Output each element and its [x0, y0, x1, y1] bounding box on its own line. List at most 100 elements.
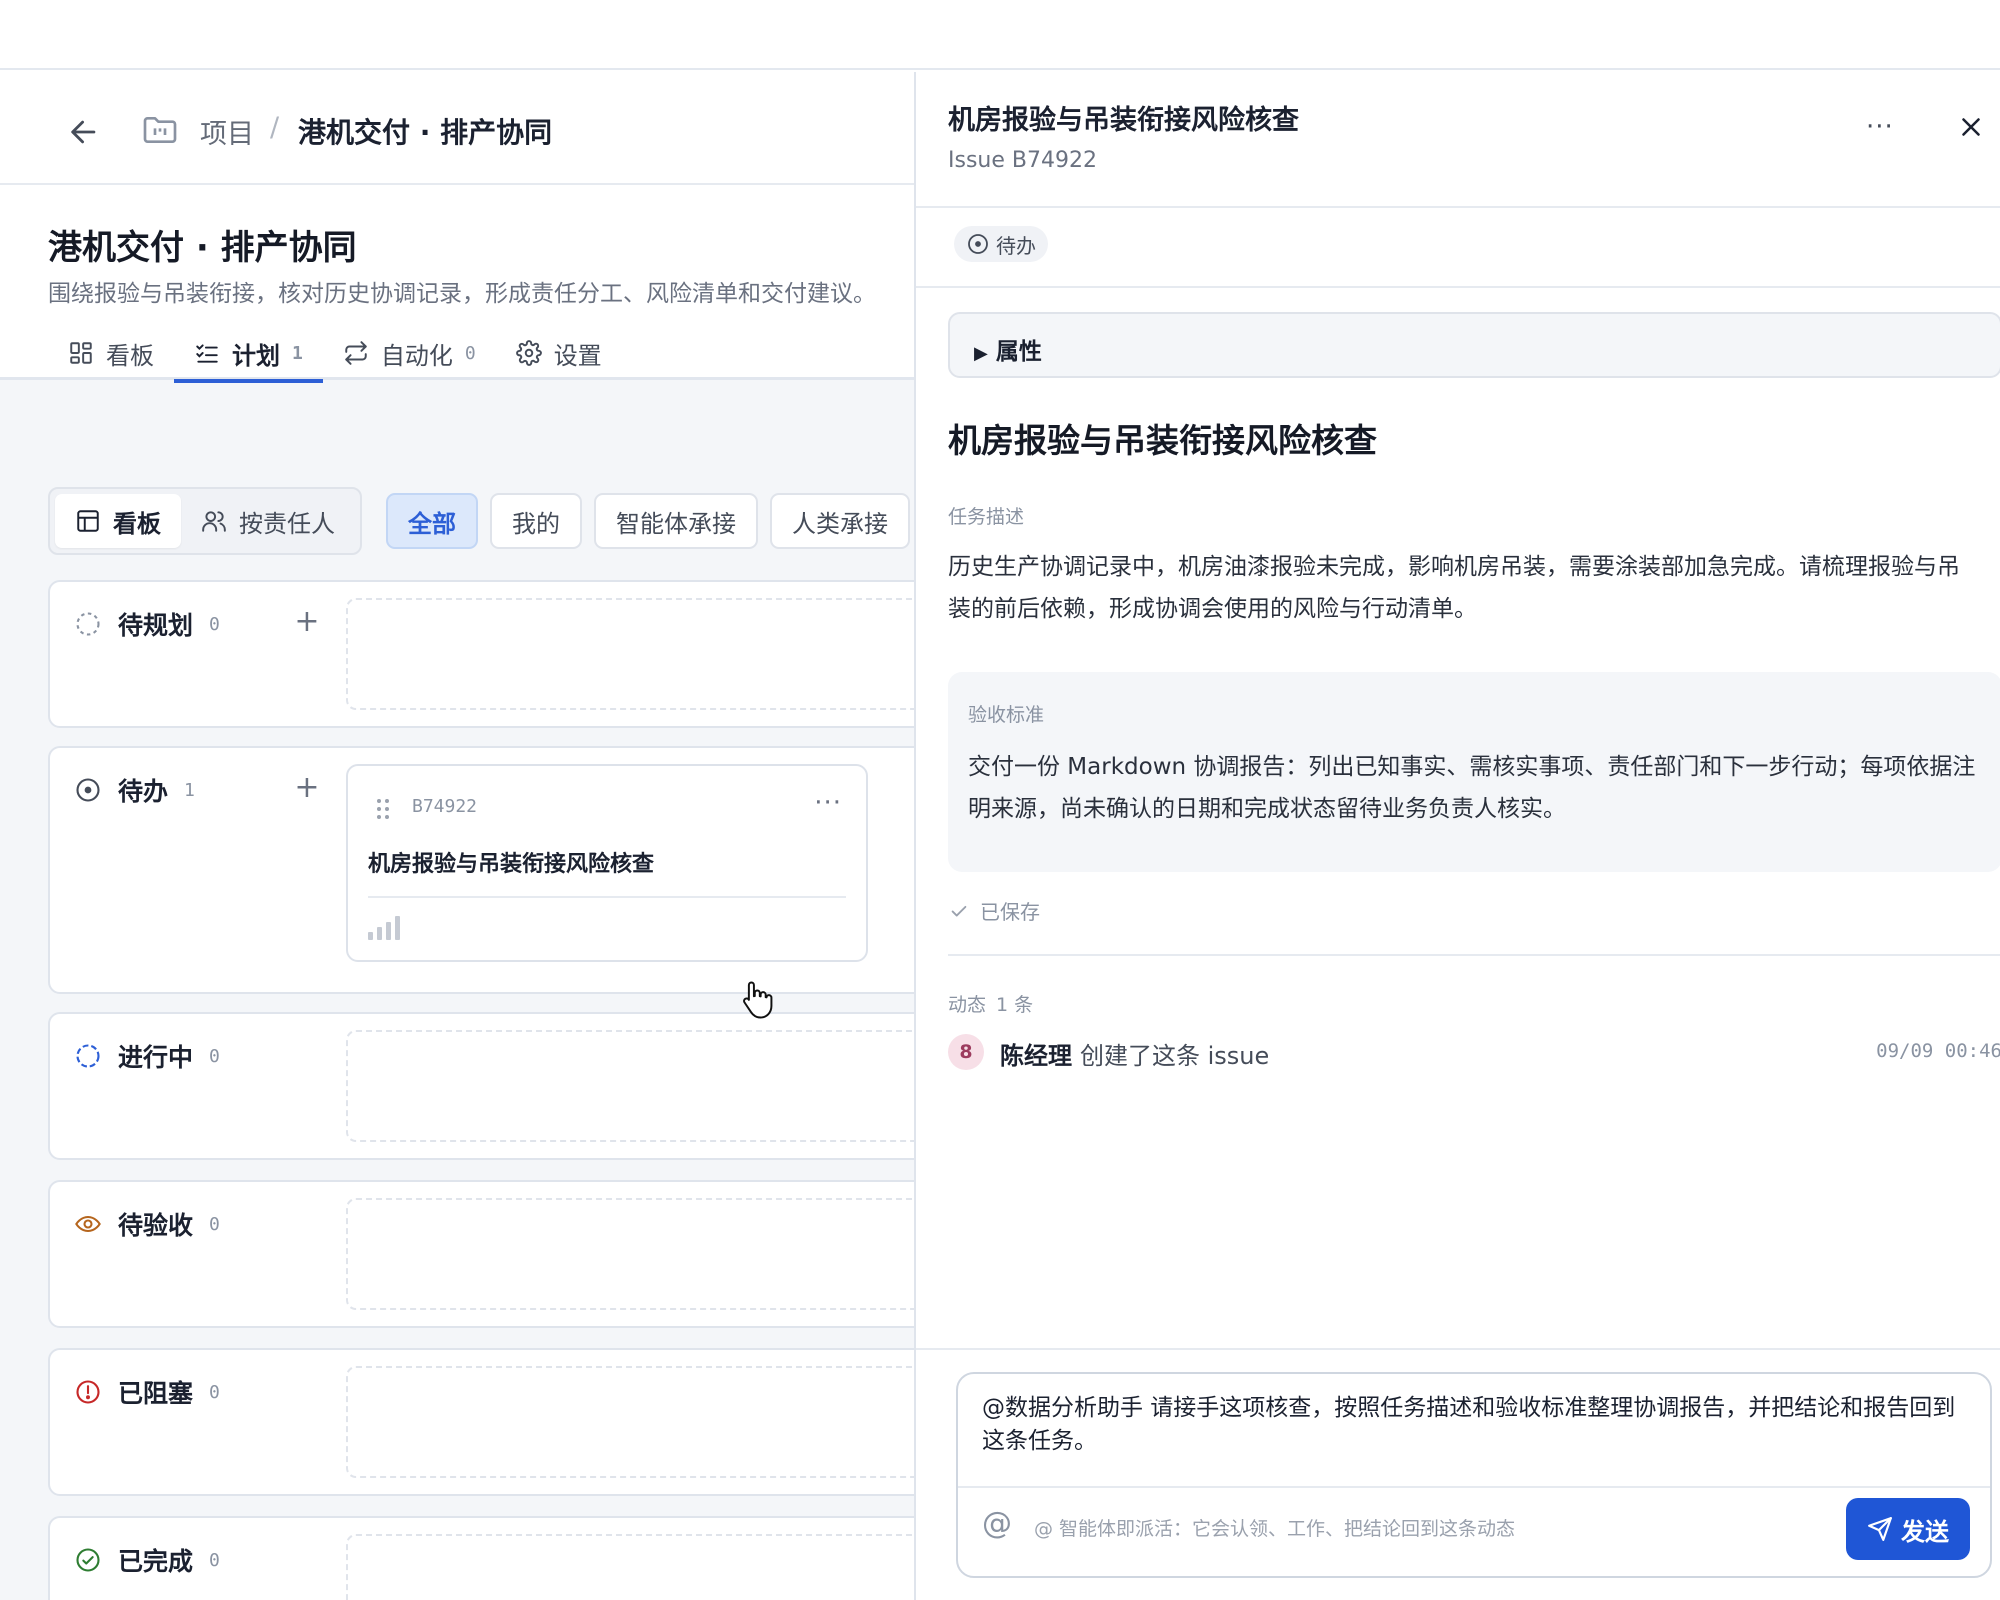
repeat-icon [345, 341, 367, 365]
tab-plan-label: 计划 [232, 341, 280, 370]
filter-agent-chip[interactable]: 智能体承接 [594, 493, 758, 549]
tab-automation[interactable]: 自动化 0 [323, 326, 496, 380]
status-group-header: 已阻塞 0 [74, 1374, 220, 1410]
alert-icon [76, 1380, 100, 1404]
empty-drop-zone [346, 1366, 914, 1478]
add-issue-button[interactable]: + [292, 607, 322, 638]
in-progress-icon [76, 1044, 100, 1068]
view-toolbar: 看板 按责任人 全部 我的 智能体承接 人类承接 [48, 487, 910, 555]
app-topbar [0, 0, 2000, 70]
activity-timestamp: 09/09 00:46 [1876, 1040, 2000, 1062]
comment-composer-zone: @数据分析助手 请接手这项核查，按照任务描述和验收标准整理协调报告，并把结论和报… [916, 1348, 2000, 1600]
tab-settings-label: 设置 [553, 341, 602, 370]
empty-drop-zone [346, 1534, 914, 1600]
people-icon [202, 511, 226, 532]
tab-automation-count: 0 [464, 342, 476, 364]
activity-header: 动态 1 条 [948, 990, 1033, 1017]
activity-text: 创建了这条 issue [1080, 1042, 1270, 1070]
activity-item: 8 陈经理 创建了这条 issue 09/09 00:46 [948, 1032, 2000, 1072]
project-header: 项目 / 港机交付 · 排产协同 港机交付 · 排产协同 围绕报验与吊装衔接，核… [0, 72, 914, 383]
status-badge-label: 待办 [996, 233, 1036, 258]
todo-circle-icon [968, 234, 988, 254]
issue-card[interactable]: B74922 ··· 机房报验与吊装衔接风险核查 [346, 764, 868, 962]
eye-icon [75, 1215, 101, 1233]
view-by-assignee-button[interactable]: 按责任人 [181, 494, 355, 548]
project-pane: 项目 / 港机交付 · 排产协同 港机交付 · 排产协同 围绕报验与吊装衔接，核… [0, 72, 914, 1600]
status-group-count: 0 [209, 613, 220, 635]
breadcrumb: 项目 / 港机交付 · 排产协同 [0, 72, 914, 185]
status-group-label: 已完成 [118, 1547, 194, 1576]
board-icon [70, 342, 92, 364]
status-group-done: 已完成 0 [48, 1516, 914, 1600]
page-title: 港机交付 · 排产协同 [48, 228, 357, 268]
breadcrumb-separator: / [270, 112, 280, 143]
breadcrumb-projects-link[interactable]: 项目 [200, 112, 254, 151]
filter-human-chip[interactable]: 人类承接 [770, 493, 910, 549]
mention-icon[interactable]: @ [982, 1506, 1012, 1541]
description-label: 任务描述 [948, 506, 1025, 528]
issue-card-title: 机房报验与吊装衔接风险核查 [368, 852, 655, 877]
composer-divider [958, 1486, 1990, 1488]
status-group-label: 进行中 [118, 1043, 194, 1072]
comment-input[interactable]: @数据分析助手 请接手这项核查，按照任务描述和验收标准整理协调报告，并把结论和报… [982, 1392, 1972, 1458]
acceptance-label: 验收标准 [968, 704, 1045, 726]
issue-card-id: B74922 [412, 796, 478, 817]
empty-drop-zone [346, 598, 914, 710]
back-button[interactable] [64, 112, 104, 152]
status-group-todo: 待办 1 + B74922 ··· 机房报验与吊装衔接风险核查 [48, 746, 914, 994]
save-status: 已保存 [948, 896, 1040, 925]
tab-board-label: 看板 [106, 341, 154, 370]
activity-actor[interactable]: 陈经理 [1000, 1036, 1072, 1071]
check-circle-icon [76, 1548, 100, 1572]
properties-label: ▶ 属性 [974, 332, 1042, 366]
filter-mine-chip[interactable]: 我的 [490, 493, 582, 549]
layout-icon [77, 510, 99, 532]
tab-board[interactable]: 看板 [48, 326, 174, 380]
empty-drop-zone [346, 1198, 914, 1310]
check-icon [951, 905, 967, 916]
view-board-button[interactable]: 看板 [55, 494, 181, 548]
comment-composer: @数据分析助手 请接手这项核查，按照任务描述和验收标准整理协调报告，并把结论和报… [956, 1372, 1992, 1578]
view-by-assignee-label: 按责任人 [239, 509, 335, 538]
folder-icon [143, 117, 177, 143]
close-icon[interactable] [1956, 112, 1986, 142]
tab-automation-label: 自动化 [380, 341, 453, 370]
add-issue-button[interactable]: + [292, 773, 322, 804]
acceptance-text[interactable]: 交付一份 Markdown 协调报告：列出已知事实、需核实事项、责任部门和下一步… [968, 746, 1988, 830]
dashed-circle-icon [76, 612, 100, 636]
filter-all-chip[interactable]: 全部 [386, 493, 478, 549]
hand-cursor-icon [743, 981, 773, 1019]
status-row: 待办 [916, 210, 2000, 288]
status-group-count: 0 [209, 1213, 220, 1235]
description-text[interactable]: 历史生产协调记录中，机房油漆报验未完成，影响机房吊装，需要涂装部加急完成。请梳理… [948, 546, 1978, 630]
properties-label-text: 属性 [995, 339, 1042, 365]
view-switch: 看板 按责任人 [48, 487, 362, 555]
acceptance-criteria-box: 验收标准 交付一份 Markdown 协调报告：列出已知事实、需核实事项、责任部… [948, 672, 2000, 872]
activity-label: 动态 [948, 994, 987, 1016]
properties-toggle[interactable]: ▶ 属性 [948, 312, 2000, 378]
status-group-count: 0 [209, 1381, 220, 1403]
status-group-label: 待验收 [118, 1211, 194, 1240]
detail-header: 机房报验与吊装衔接风险核查 Issue B74922 ··· [916, 72, 2000, 208]
priority-bars-icon [368, 916, 400, 940]
tab-plan[interactable]: 计划 1 [174, 326, 323, 383]
detail-more-button[interactable]: ··· [1866, 112, 1894, 142]
view-board-label: 看板 [113, 509, 161, 538]
card-divider [368, 896, 846, 898]
send-icon [1868, 1517, 1892, 1541]
breadcrumb-current: 港机交付 · 排产协同 [298, 116, 553, 149]
tab-settings[interactable]: 设置 [496, 326, 622, 380]
project-description: 围绕报验与吊装衔接，核对历史协调记录，形成责任分工、风险清单和交付建议。 [48, 281, 876, 307]
status-group-label: 待规划 [118, 611, 194, 640]
send-button[interactable]: 发送 [1846, 1498, 1970, 1560]
status-group-count: 1 [184, 779, 195, 801]
caret-right-icon: ▶ [974, 343, 988, 364]
status-group-header: 待办 1 [74, 772, 195, 808]
card-more-button[interactable]: ··· [814, 788, 842, 818]
status-group-header: 进行中 0 [74, 1038, 220, 1074]
status-badge[interactable]: 待办 [954, 226, 1048, 262]
status-group-blocked: 已阻塞 0 [48, 1348, 914, 1496]
drag-handle-icon[interactable] [376, 798, 390, 820]
status-group-backlog: 待规划 0 + [48, 580, 914, 728]
detail-title: 机房报验与吊装衔接风险核查 [948, 105, 1299, 136]
